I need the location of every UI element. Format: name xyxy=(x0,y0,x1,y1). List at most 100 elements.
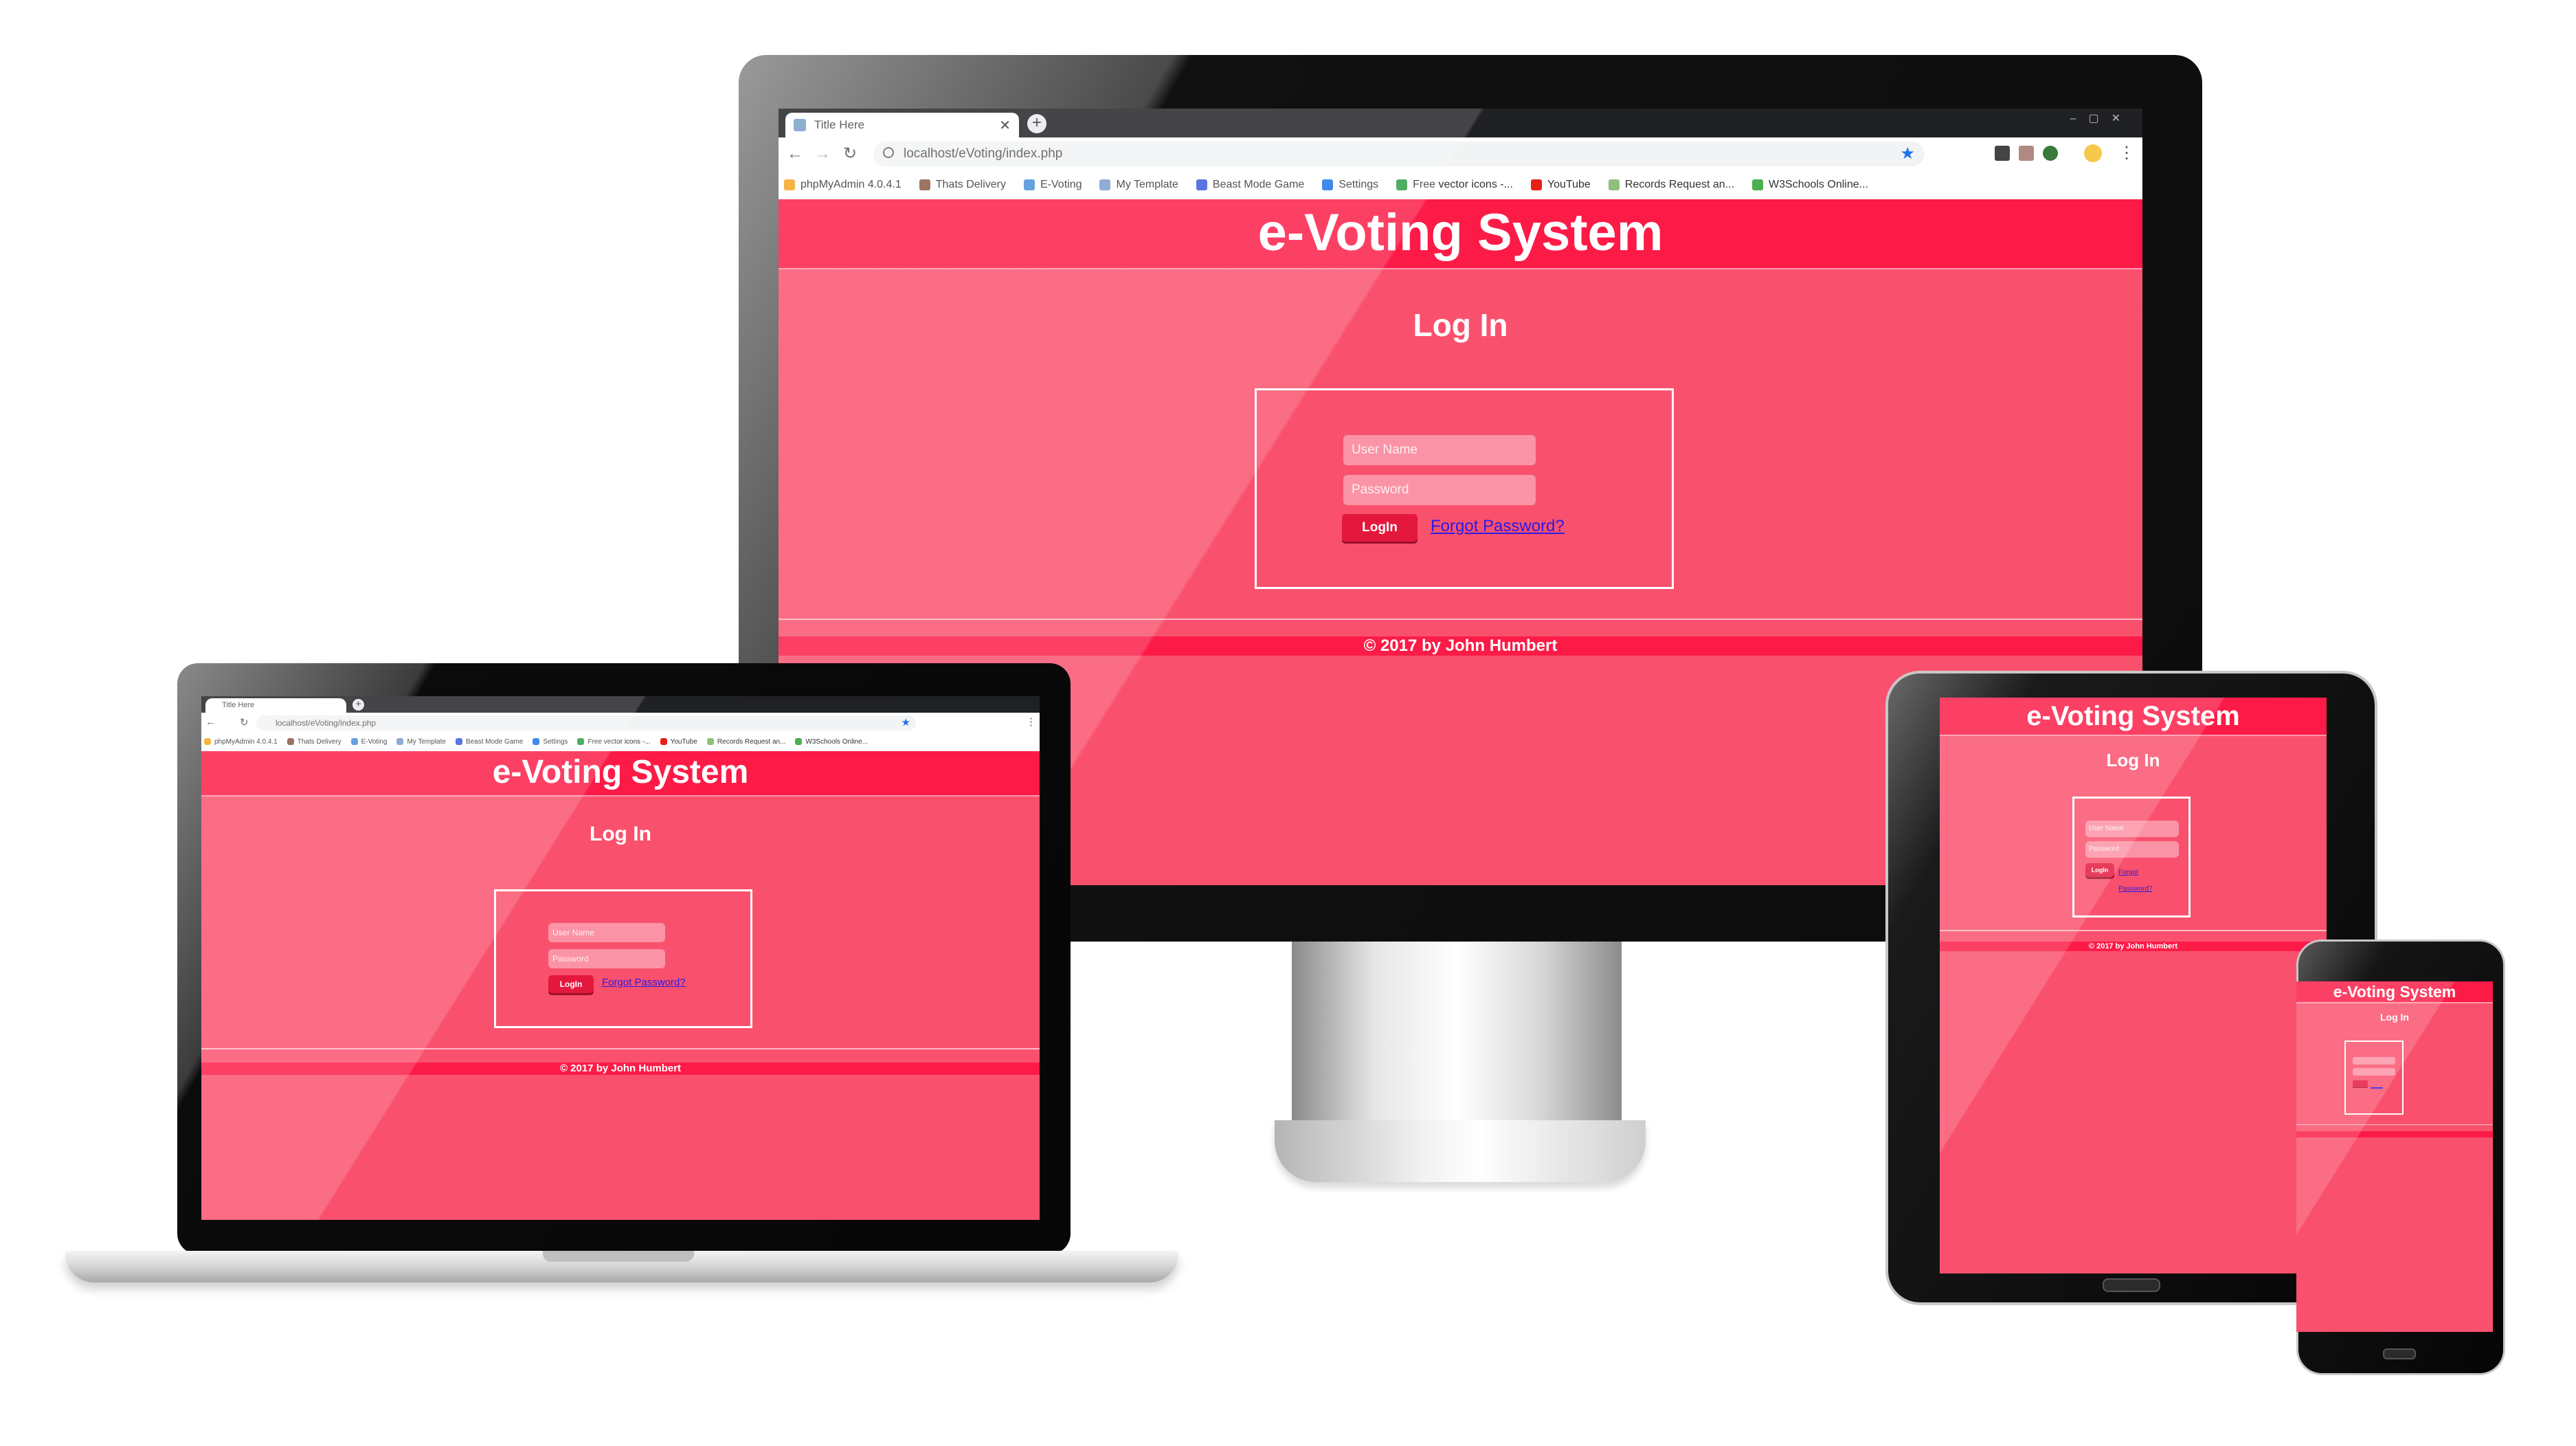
extension-icon[interactable] xyxy=(1995,146,2010,161)
bookmark-item[interactable]: E-Voting xyxy=(1024,170,1082,199)
bookmark-item[interactable]: Beast Mode Game xyxy=(1196,170,1304,199)
login-box: User Name Password LogIn Forgot Password… xyxy=(494,889,752,1028)
bookmark-item[interactable]: Thats Delivery xyxy=(919,170,1006,199)
login-box: User Name Password LogIn Forgot Password… xyxy=(1255,388,1674,589)
new-tab-button[interactable]: + xyxy=(352,699,364,711)
bookmark-favicon-icon xyxy=(706,738,714,746)
reload-icon[interactable]: ↻ xyxy=(843,144,857,164)
site-title: e-Voting System xyxy=(492,754,749,790)
site-footer xyxy=(2296,1131,2493,1137)
monitor-stand-base xyxy=(1275,1120,1646,1182)
forgot-password-link[interactable]: Forgot Password? xyxy=(602,977,686,988)
username-input[interactable]: User Name xyxy=(2085,821,2179,837)
password-input[interactable]: Password xyxy=(548,949,665,968)
bookmark-item[interactable]: W3Schools Online... xyxy=(1752,170,1868,199)
bookmark-item[interactable]: Beast Mode Game xyxy=(455,733,524,751)
bookmark-favicon-icon xyxy=(1099,179,1111,190)
tablet-home-button[interactable] xyxy=(2103,1278,2160,1292)
forgot-password-link[interactable] xyxy=(2371,1080,2383,1089)
bookmark-favicon-icon xyxy=(533,738,540,746)
bookmark-favicon-icon xyxy=(1608,179,1620,190)
bookmark-item[interactable]: Thats Delivery xyxy=(287,733,341,751)
browser-toolbar: ← → ↻ localhost/eVoting/index.php ★ ⋮ xyxy=(779,137,2142,170)
bookmark-label: Beast Mode Game xyxy=(465,738,524,746)
bookmark-favicon-icon xyxy=(1396,179,1408,190)
site-header: e-Voting System xyxy=(779,199,2142,269)
footer-divider xyxy=(201,1048,1040,1049)
bookmark-favicon-icon xyxy=(919,179,930,190)
bookmark-favicon-icon xyxy=(1530,179,1542,190)
password-input[interactable]: Password xyxy=(2085,841,2179,858)
bookmark-item[interactable]: Records Request an... xyxy=(706,733,786,751)
login-button[interactable] xyxy=(2353,1080,2368,1087)
site-footer: © 2017 by John Humbert xyxy=(201,1063,1040,1075)
bookmark-item[interactable]: YouTube xyxy=(660,733,697,751)
bookmark-favicon-icon xyxy=(350,738,358,746)
bookmark-item[interactable]: phpMyAdmin 4.0.4.1 xyxy=(784,170,901,199)
bookmark-favicon-icon xyxy=(1752,179,1764,190)
forgot-password-link[interactable]: Forgot Password? xyxy=(1431,517,1565,536)
address-bar[interactable]: localhost/eVoting/index.php ★ xyxy=(873,142,1925,166)
bookmark-favicon-icon xyxy=(204,738,211,746)
browser-tab[interactable]: Title Here ✕ xyxy=(785,113,1019,137)
username-input[interactable]: User Name xyxy=(548,923,665,942)
login-button[interactable]: LogIn xyxy=(1342,514,1418,542)
bookmark-label: Free vector icons -... xyxy=(1413,179,1513,190)
forgot-password-link[interactable]: Forgot Password? xyxy=(2085,865,2168,898)
bookmark-item[interactable]: E-Voting xyxy=(350,733,387,751)
password-input[interactable]: Password xyxy=(1343,475,1536,505)
password-input[interactable] xyxy=(2353,1068,2395,1076)
info-icon xyxy=(883,147,894,158)
menu-icon[interactable]: ⋮ xyxy=(2118,143,2135,163)
bookmarks-bar: phpMyAdmin 4.0.4.1 Thats Delivery E-Voting… xyxy=(779,170,2142,200)
bookmark-item[interactable]: YouTube xyxy=(1530,170,1591,199)
login-heading: Log In xyxy=(1413,307,1508,343)
bookmark-label: Records Request an... xyxy=(717,738,786,746)
profile-avatar[interactable] xyxy=(2084,144,2102,162)
bookmark-item[interactable]: Free vector icons -... xyxy=(1396,170,1513,199)
bookmark-favicon-icon xyxy=(577,738,585,746)
bookmark-label: Free vector icons -... xyxy=(587,738,651,746)
tab-close-icon[interactable]: ✕ xyxy=(999,117,1011,134)
bookmark-item[interactable]: My Template xyxy=(396,733,446,751)
login-button[interactable]: LogIn xyxy=(548,975,594,993)
back-icon[interactable]: ← xyxy=(205,716,216,728)
site-title: e-Voting System xyxy=(2026,701,2240,731)
login-heading: Log In xyxy=(590,823,651,845)
username-input[interactable]: User Name xyxy=(1343,435,1536,465)
bookmark-favicon-icon xyxy=(455,738,462,746)
bookmark-label: W3Schools Online... xyxy=(1769,179,1868,190)
window-controls[interactable]: –▢✕ xyxy=(2070,111,2133,125)
address-bar[interactable]: localhost/eVoting/index.php ★ xyxy=(256,715,916,731)
phone-home-button[interactable] xyxy=(2383,1348,2416,1359)
bookmark-item[interactable]: phpMyAdmin 4.0.4.1 xyxy=(204,733,278,751)
bookmark-item[interactable]: Settings xyxy=(1322,170,1378,199)
login-heading: Log In xyxy=(2106,750,2160,770)
menu-icon[interactable]: ⋮ xyxy=(1026,715,1036,728)
bookmark-favicon-icon xyxy=(396,738,404,746)
bookmark-item[interactable]: Records Request an... xyxy=(1608,170,1734,199)
bookmark-item[interactable]: Free vector icons -... xyxy=(577,733,651,751)
extension-icon[interactable] xyxy=(2019,146,2034,161)
laptop-notch xyxy=(543,1251,694,1262)
bookmark-star-icon[interactable]: ★ xyxy=(1900,144,1915,164)
browser-tab[interactable]: Title Here xyxy=(205,698,346,713)
back-icon[interactable]: ← xyxy=(787,144,803,164)
username-input[interactable] xyxy=(2353,1057,2395,1065)
reload-icon[interactable]: ↻ xyxy=(240,716,249,728)
bookmark-item[interactable]: W3Schools Online... xyxy=(795,733,868,751)
new-tab-button[interactable]: + xyxy=(1027,114,1046,133)
tab-title: Title Here xyxy=(222,701,255,709)
url-text: localhost/eVoting/index.php xyxy=(904,146,1063,161)
forward-icon[interactable]: → xyxy=(814,144,831,164)
bookmark-star-icon[interactable]: ★ xyxy=(901,716,910,728)
browser-tab-strip: Title Here + xyxy=(201,696,1040,713)
bookmark-label: Thats Delivery xyxy=(297,738,341,746)
footer-divider xyxy=(1940,930,2327,931)
bookmark-label: Thats Delivery xyxy=(935,179,1006,190)
extension-icon[interactable] xyxy=(2043,146,2058,161)
bookmark-item[interactable]: Settings xyxy=(533,733,568,751)
bookmark-label: YouTube xyxy=(670,738,697,746)
bookmark-item[interactable]: My Template xyxy=(1099,170,1178,199)
bookmark-label: Beast Mode Game xyxy=(1212,179,1305,190)
